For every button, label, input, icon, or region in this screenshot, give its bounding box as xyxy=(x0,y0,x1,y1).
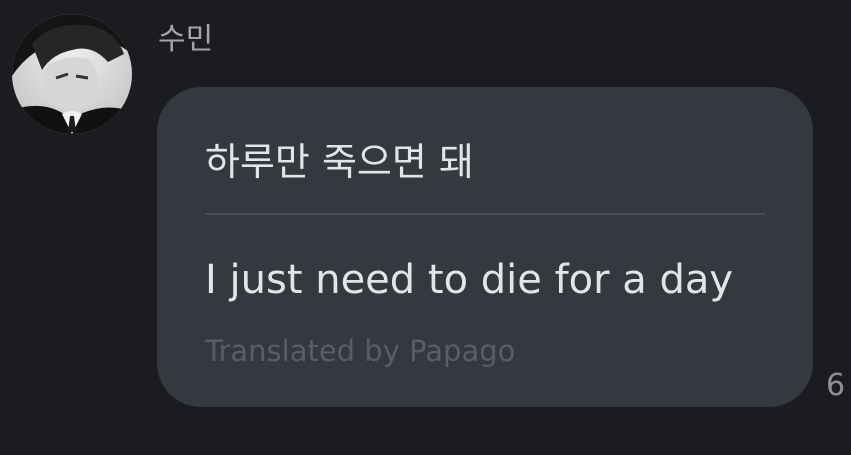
translation-divider xyxy=(205,213,765,215)
message-timestamp: 6 xyxy=(826,368,846,403)
translated-message-text: I just need to die for a day xyxy=(205,257,734,303)
avatar[interactable] xyxy=(12,14,132,134)
message-bubble[interactable]: 하루만 죽으면 돼 I just need to die for a day T… xyxy=(157,87,813,407)
translation-credit: Translated by Papago xyxy=(205,334,516,368)
profile-photo xyxy=(12,14,132,134)
original-message-text: 하루만 죽으면 돼 xyxy=(205,140,474,184)
sender-name: 수민 xyxy=(158,22,214,57)
